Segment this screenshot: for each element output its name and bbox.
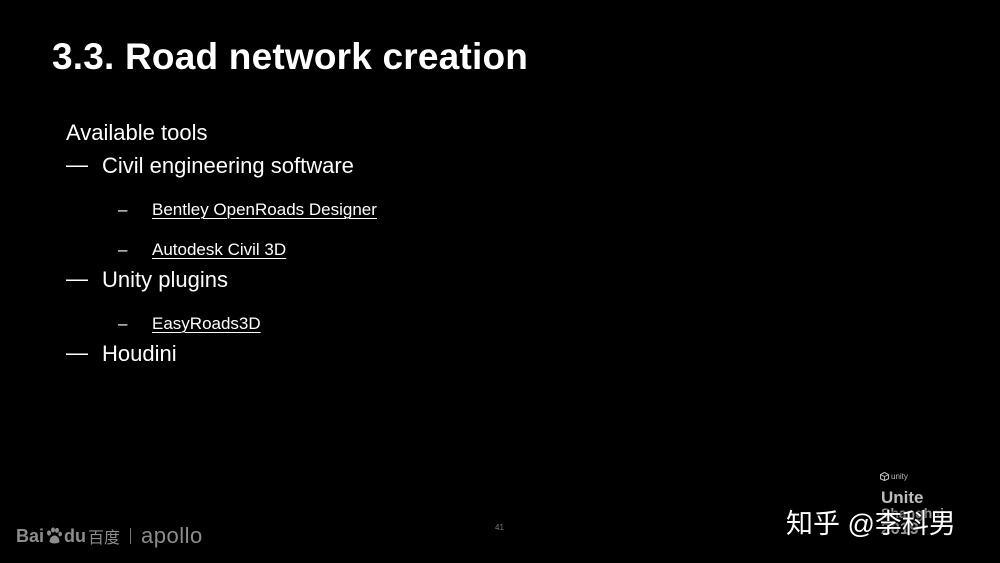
bullet-label: Unity plugins xyxy=(102,267,228,292)
page-number: 41 xyxy=(495,523,504,532)
bullet-label: Civil engineering software xyxy=(102,153,354,178)
unity-cube-icon xyxy=(880,472,889,481)
slide-subtitle: Available tools xyxy=(66,120,208,145)
slide: 3.3. Road network creation Available too… xyxy=(0,0,1000,563)
baidu-logo-text: Bai xyxy=(16,525,45,546)
slide-title: 3.3. Road network creation xyxy=(52,36,529,77)
apollo-logo-text: apollo xyxy=(141,523,203,548)
baidu-logo-suffix: du xyxy=(64,525,87,546)
bentley-openroads-link[interactable]: Bentley OpenRoads Designer xyxy=(152,200,377,220)
unity-small-text: unity xyxy=(891,472,908,481)
bullet-dash: — xyxy=(66,266,88,291)
sub-bullet-dash: – xyxy=(118,314,128,333)
sub-bullet-dash: – xyxy=(118,200,128,219)
baidu-logo-chinese: 百度 xyxy=(88,530,121,547)
bullet-dash: — xyxy=(66,152,88,177)
sub-bullet-dash: – xyxy=(118,240,128,259)
unity-small-logo: unity xyxy=(880,472,908,481)
bullet-label: Houdini xyxy=(102,341,177,366)
baidu-paw-icon xyxy=(47,527,63,544)
logo-separator xyxy=(130,528,132,544)
zhihu-watermark: 知乎 @李科男 xyxy=(786,509,956,539)
baidu-apollo-logo: Bai du 百度 apollo xyxy=(16,523,203,548)
easyroads3d-link[interactable]: EasyRoads3D xyxy=(152,314,261,334)
autodesk-civil3d-link[interactable]: Autodesk Civil 3D xyxy=(152,240,286,260)
bullet-dash: — xyxy=(66,340,88,365)
